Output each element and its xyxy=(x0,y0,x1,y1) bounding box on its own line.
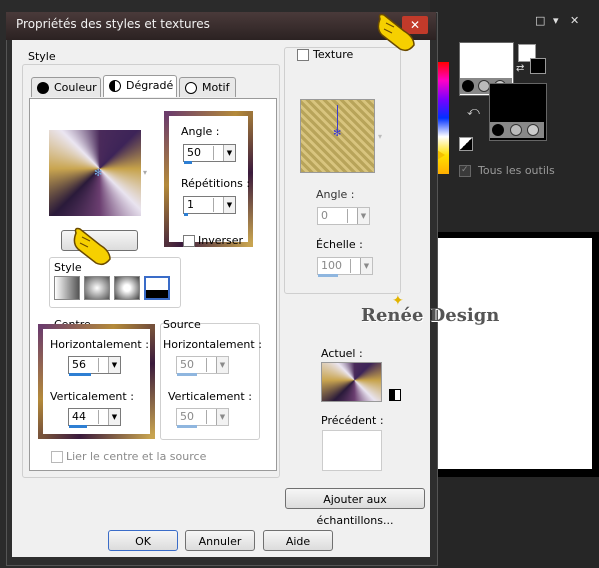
tab-motif[interactable]: Motif xyxy=(179,77,236,97)
texture-dropdown-icon[interactable]: ▾ xyxy=(378,132,382,141)
angle-label: Angle : xyxy=(181,125,220,138)
dialog-title: Propriétés des styles et textures xyxy=(16,17,210,31)
color-mode-icon[interactable] xyxy=(462,80,474,92)
centre-v-slider[interactable] xyxy=(69,425,87,428)
help-button[interactable]: Aide xyxy=(263,530,333,551)
close-icon[interactable]: ✕ xyxy=(570,14,579,27)
inverser-checkbox[interactable] xyxy=(183,235,195,247)
linear-style-button[interactable] xyxy=(54,276,80,300)
spectrum-marker-icon xyxy=(437,150,445,160)
pointing-hand-icon xyxy=(73,227,111,266)
angle-slider[interactable] xyxy=(184,161,192,164)
pattern-icon xyxy=(185,82,197,94)
add-to-swatches-button[interactable]: Ajouter aux échantillons... xyxy=(285,488,425,527)
gradient-mode-icon[interactable] xyxy=(510,124,522,136)
spin-arrows-icon[interactable] xyxy=(98,410,108,424)
small-bg-swatch[interactable] xyxy=(530,58,546,74)
maximize-icon[interactable]: □ xyxy=(535,14,545,27)
spin-arrows-icon[interactable] xyxy=(213,146,223,160)
pattern-mode-icon[interactable] xyxy=(527,124,539,136)
source-v-slider[interactable] xyxy=(177,425,197,428)
cancel-button[interactable]: Annuler xyxy=(185,530,255,551)
color-mode-icon[interactable] xyxy=(492,124,504,136)
inverser-label: Inverser xyxy=(198,234,244,247)
source-h-slider[interactable] xyxy=(177,373,197,376)
ok-button[interactable]: OK xyxy=(108,530,178,551)
previous-label: Précédent : xyxy=(321,414,384,427)
dropdown-arrow-icon[interactable]: ▼ xyxy=(216,409,228,425)
swap-arrow-icon[interactable]: ⤺ xyxy=(467,104,480,119)
current-label: Actuel : xyxy=(321,347,363,360)
link-centre-source-checkbox[interactable] xyxy=(51,451,63,463)
spin-arrows-icon[interactable] xyxy=(213,198,223,212)
gradient-dropdown-icon[interactable]: ▾ xyxy=(143,168,147,177)
radial-style-button[interactable] xyxy=(144,276,170,300)
all-tools-label: Tous les outils xyxy=(478,164,555,177)
centre-v-label: Verticalement : xyxy=(50,390,134,403)
texture-label: Texture xyxy=(313,48,354,61)
source-v-label: Verticalement : xyxy=(168,390,252,403)
angle-spinbox[interactable]: 50 ▼ xyxy=(183,144,236,162)
spin-arrows-icon[interactable] xyxy=(206,410,216,424)
pointing-hand-icon xyxy=(377,13,415,52)
spin-arrows-icon[interactable] xyxy=(98,358,108,372)
source-h-spinbox[interactable]: 50 ▼ xyxy=(176,356,229,374)
texture-scale-label: Échelle : xyxy=(316,238,363,251)
gradient-preview[interactable]: ✻ xyxy=(49,130,141,216)
dropdown-arrow-icon[interactable]: ▼ xyxy=(223,197,235,213)
tab-degrade[interactable]: Dégradé xyxy=(103,75,177,97)
repetitions-slider[interactable] xyxy=(184,213,188,216)
watermark-logo: Renée Design xyxy=(361,305,500,326)
toggle-preview-icon[interactable] xyxy=(389,389,401,401)
repetitions-spinbox[interactable]: 1 ▼ xyxy=(183,196,236,214)
gradient-icon xyxy=(109,80,121,92)
style-group-label: Style xyxy=(28,50,56,63)
dropdown-arrow-icon[interactable]: ▼ xyxy=(357,208,369,224)
link-centre-source-label: Lier le centre et la source xyxy=(66,450,207,463)
all-tools-checkbox[interactable]: ✓ xyxy=(459,165,471,177)
centre-h-label: Horizontalement : xyxy=(50,338,149,351)
dropdown-arrow-icon[interactable]: ▼ xyxy=(360,258,372,274)
centre-h-spinbox[interactable]: 56 ▼ xyxy=(68,356,121,374)
gradient-center-icon: ✻ xyxy=(94,168,103,179)
dropdown-arrow-icon[interactable]: ▼ xyxy=(216,357,228,373)
current-swatch xyxy=(321,362,382,402)
source-title: Source xyxy=(163,318,201,331)
tab-couleur[interactable]: Couleur xyxy=(31,77,101,97)
dropdown-arrow-icon[interactable]: ▼ xyxy=(108,409,120,425)
texture-scale-spinbox[interactable]: 100 ▼ xyxy=(317,257,373,275)
menu-arrow-icon[interactable]: ▾ xyxy=(553,14,559,27)
source-v-spinbox[interactable]: 50 ▼ xyxy=(176,408,229,426)
texture-preview[interactable]: ✻ xyxy=(300,99,375,173)
color-icon xyxy=(37,82,49,94)
texture-checkbox[interactable] xyxy=(297,49,309,61)
dropdown-arrow-icon[interactable]: ▼ xyxy=(223,145,235,161)
spin-arrows-icon[interactable] xyxy=(206,358,216,372)
centre-v-spinbox[interactable]: 44 ▼ xyxy=(68,408,121,426)
sunburst-style-button[interactable] xyxy=(114,276,140,300)
dropdown-arrow-icon[interactable]: ▼ xyxy=(108,357,120,373)
background-style-buttons[interactable] xyxy=(490,122,544,138)
repetitions-label: Répétitions : xyxy=(181,177,251,190)
spin-arrows-icon[interactable] xyxy=(350,259,360,273)
canvas-image xyxy=(437,238,592,469)
reset-colors-icon[interactable] xyxy=(459,137,473,151)
previous-swatch[interactable] xyxy=(322,430,382,471)
butterfly-icon: ✦ xyxy=(392,293,404,309)
swap-colors-icon[interactable]: ⇄ xyxy=(516,63,524,74)
centre-h-slider[interactable] xyxy=(69,373,91,376)
texture-angle-label: Angle : xyxy=(316,188,355,201)
texture-center-icon: ✻ xyxy=(333,128,342,139)
texture-scale-slider[interactable] xyxy=(318,274,338,277)
source-h-label: Horizontalement : xyxy=(163,338,262,351)
rectangular-style-button[interactable] xyxy=(84,276,110,300)
spin-arrows-icon[interactable] xyxy=(347,209,357,223)
texture-angle-spinbox[interactable]: 0 ▼ xyxy=(317,207,370,225)
